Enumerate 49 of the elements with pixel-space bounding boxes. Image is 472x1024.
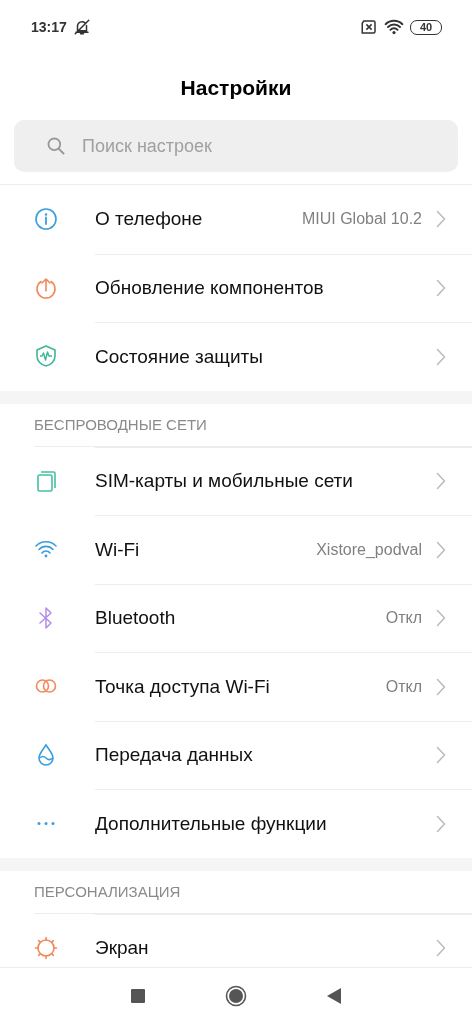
chevron-icon xyxy=(436,814,446,833)
section-header: БЕСПРОВОДНЫЕ СЕТИ xyxy=(34,403,472,447)
chevron-icon xyxy=(436,609,446,628)
item-label: Точка доступа Wi-Fi xyxy=(95,675,271,698)
info-icon xyxy=(33,207,58,232)
item-label: SIM-карты и мобильные сети xyxy=(95,470,354,493)
item-label: Обновление компонентов xyxy=(95,277,325,300)
chevron-icon xyxy=(436,279,446,298)
chevron-icon xyxy=(436,540,446,559)
item-value: MIUI Global 10.2 xyxy=(301,210,422,229)
item-value: Откл xyxy=(385,677,422,696)
shield-icon xyxy=(33,344,58,369)
settings-item[interactable]: Точка доступа Wi-Fi Откл xyxy=(0,652,472,721)
item-label: Передача данных xyxy=(95,744,254,767)
search-field[interactable]: Поиск настроек xyxy=(14,120,458,172)
back-button[interactable] xyxy=(326,987,342,1005)
upload-icon xyxy=(33,275,58,300)
settings-item[interactable]: Bluetooth Откл xyxy=(0,583,472,652)
item-label: Bluetooth xyxy=(95,607,177,630)
item-label: Wi-Fi xyxy=(95,538,141,561)
chevron-icon xyxy=(436,939,446,958)
item-label: О телефоне xyxy=(95,208,204,231)
item-label: Состояние защиты xyxy=(95,345,264,368)
item-value: Xistore_podval xyxy=(316,540,422,559)
home-button[interactable] xyxy=(225,985,247,1007)
no-sim-icon xyxy=(360,19,378,35)
battery-percent: 40 xyxy=(419,21,433,33)
settings-item[interactable]: Обновление компонентов xyxy=(0,253,472,322)
recents-button[interactable] xyxy=(130,988,146,1004)
sun-icon xyxy=(33,935,58,960)
page-title: Настройки xyxy=(179,75,293,101)
clock-time: 13:17 xyxy=(31,19,67,35)
settings-item[interactable]: Wi-Fi Xistore_podval xyxy=(0,515,472,584)
item-value: Откл xyxy=(385,609,422,628)
settings-item[interactable]: О телефоне MIUI Global 10.2 xyxy=(0,185,472,254)
wifi-signal-icon xyxy=(384,19,404,35)
settings-item[interactable]: Передача данных xyxy=(0,720,472,789)
item-label: Дополнительные функции xyxy=(95,812,328,835)
chevron-icon xyxy=(436,347,446,366)
settings-item[interactable]: SIM-карты и мобильные сети xyxy=(0,446,472,515)
settings-item[interactable]: Состояние защиты xyxy=(0,322,472,391)
chevron-icon xyxy=(436,677,446,696)
item-label: Экран xyxy=(95,937,150,960)
settings-item[interactable]: Дополнительные функции xyxy=(0,789,472,858)
muted-bell-icon xyxy=(72,18,91,36)
chevron-icon xyxy=(436,746,446,765)
section-header: ПЕРСОНАЛИЗАЦИЯ xyxy=(34,870,472,914)
chevron-icon xyxy=(436,472,446,491)
chevron-icon xyxy=(436,210,446,229)
